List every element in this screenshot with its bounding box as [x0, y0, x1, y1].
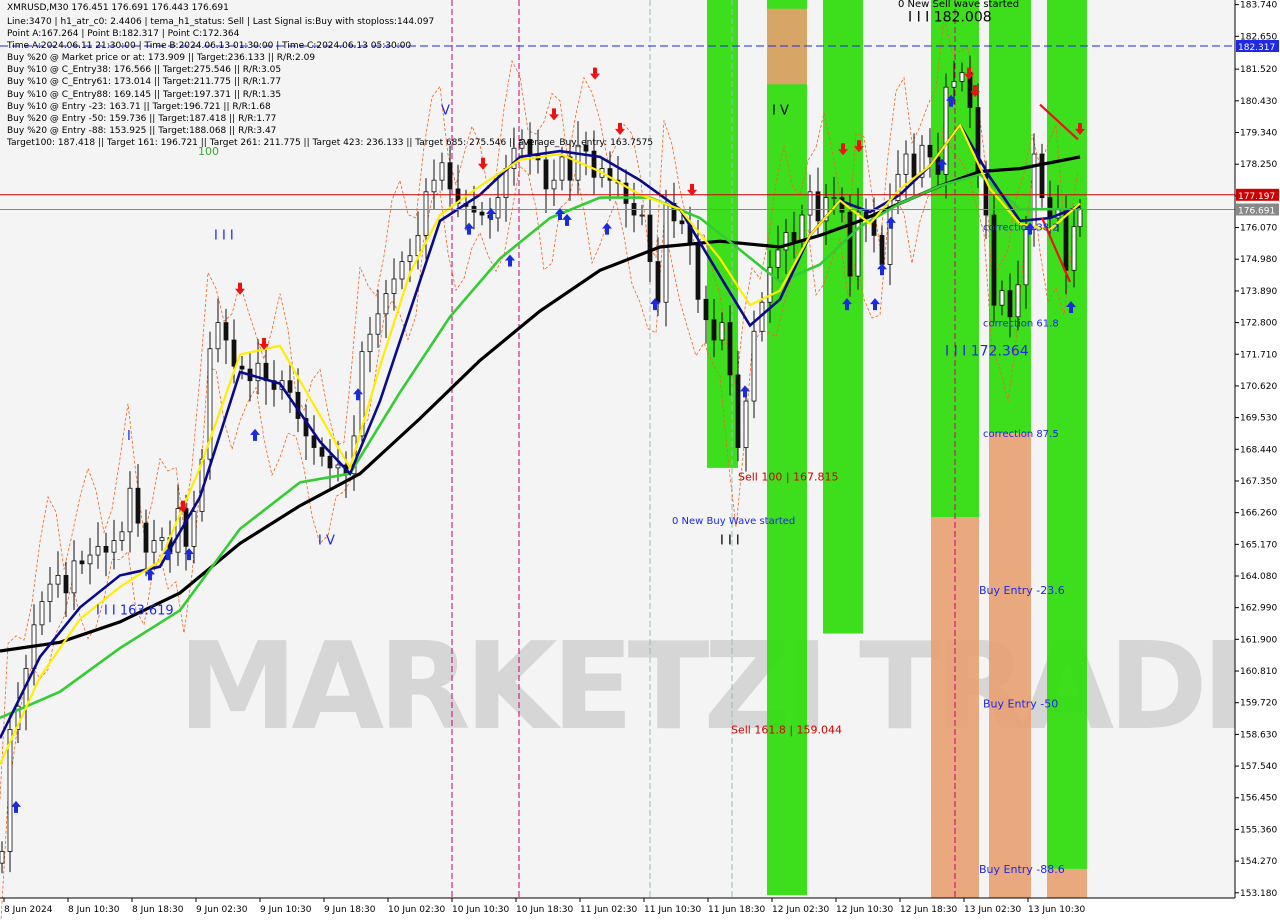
x-tick-label: 9 Jun 10:30	[260, 905, 312, 915]
chart-title: XMRUSD,M30 176.451 176.691 176.443 176.6…	[7, 3, 229, 13]
info-line: Time A:2024.06.11 21:30:00 | Time B:2024…	[7, 41, 412, 52]
chart-annotation: correction 38.2	[983, 223, 1059, 234]
y-tick-label: 154.270	[1240, 857, 1277, 867]
chart-annotation: I	[127, 429, 131, 444]
x-tick-label: 8 Jun 2024	[4, 905, 53, 915]
x-tick-label: 13 Jun 02:30	[964, 905, 1021, 915]
y-tick-label: 166.260	[1240, 509, 1277, 519]
x-tick-label: 9 Jun 02:30	[196, 905, 248, 915]
x-tick-label: 11 Jun 02:30	[580, 905, 637, 915]
chart-annotation: 0 New Buy Wave started	[672, 516, 795, 527]
chart-annotation: correction 61.8	[983, 319, 1059, 330]
info-line: Line:3470 | h1_atr_c0: 2.4406 | tema_h1_…	[7, 17, 435, 27]
x-tick-label: 8 Jun 10:30	[68, 905, 120, 915]
y-tick-label: 173.890	[1240, 287, 1277, 297]
x-tick-label: 10 Jun 18:30	[516, 905, 573, 915]
y-tick-label: 156.450	[1240, 794, 1277, 804]
y-tick-label: 171.710	[1240, 350, 1277, 360]
chart-annotation: I V	[318, 534, 335, 549]
chart-annotation: Buy Entry -88.6	[979, 863, 1065, 876]
chart-annotation: I I I 172.364	[945, 344, 1029, 360]
y-tick-label: 168.440	[1240, 445, 1277, 455]
y-tick-label: 172.800	[1240, 319, 1277, 329]
chart-annotation: Buy Entry -50	[983, 697, 1058, 710]
y-tick-label: 158.630	[1240, 730, 1277, 740]
x-tick-label: 12 Jun 10:30	[836, 905, 893, 915]
y-tick-label: 178.250	[1240, 160, 1277, 170]
signal-band	[767, 0, 807, 896]
info-line: Buy %10 @ C_Entry61: 173.014 || Target:2…	[7, 77, 282, 88]
chart-annotation: 0 New Sell wave started	[898, 0, 1019, 10]
y-tick-label: 161.900	[1240, 635, 1277, 645]
y-tick-label: 157.540	[1240, 762, 1277, 772]
y-tick-label: 174.980	[1240, 255, 1277, 265]
chart-annotation: Sell 100 | 167.815	[738, 471, 839, 484]
y-tick-label: 165.170	[1240, 540, 1277, 550]
chart-annotation: I I I 163.619	[96, 603, 174, 618]
x-tick-label: 8 Jun 18:30	[132, 905, 184, 915]
chart-window: MARKETZI TRADE 182.317 177.197 176.691 I I I …	[0, 0, 1280, 920]
watermark-text: MARKETZI TRADE	[178, 618, 1278, 757]
y-tick-label: 167.350	[1240, 477, 1277, 487]
info-line: Point A:167.264 | Point B:182.317 | Poin…	[7, 29, 240, 40]
x-tick-label: 11 Jun 10:30	[644, 905, 701, 915]
info-panel: Line:3470 | h1_atr_c0: 2.4406 | tema_h1_…	[7, 16, 653, 149]
candle	[7, 712, 13, 873]
price-level-label: 176.691	[1238, 207, 1275, 217]
y-tick-label: 181.520	[1240, 65, 1277, 75]
y-tick-label: 164.080	[1240, 572, 1277, 582]
y-tick-label: 179.340	[1240, 129, 1277, 139]
chart-annotation: I I I	[214, 228, 234, 243]
y-tick-label: 176.070	[1240, 224, 1277, 234]
y-tick-label: 169.530	[1240, 414, 1277, 424]
x-tick-label: 10 Jun 10:30	[452, 905, 509, 915]
y-tick-label: 160.810	[1240, 667, 1277, 677]
info-line: Buy %20 @ Entry -50: 159.736 || Target:1…	[7, 113, 277, 124]
signal-band	[823, 0, 863, 634]
info-line: Target100: 187.418 || Target 161: 196.72…	[7, 137, 654, 148]
y-tick-label: 162.990	[1240, 604, 1277, 614]
x-tick-label: 12 Jun 02:30	[772, 905, 829, 915]
target-band	[989, 433, 1031, 898]
y-tick-label: 159.720	[1240, 699, 1277, 709]
info-line: Buy %10 @ Entry -23: 163.71 || Target:19…	[7, 101, 271, 112]
x-tick-label: 9 Jun 18:30	[324, 905, 376, 915]
chart-annotation: Sell 161.8 | 159.044	[731, 723, 842, 736]
y-tick-label: 153.180	[1240, 889, 1277, 899]
price-level-label: 177.197	[1238, 192, 1275, 202]
price-level-label: 182.317	[1238, 43, 1275, 53]
chart-annotation: I I I	[720, 534, 740, 549]
info-line: Buy %20 @ Market price or at: 173.909 ||…	[7, 53, 316, 64]
x-tick-label: 11 Jun 18:30	[708, 905, 765, 915]
info-line: Buy %10 @ C_Entry88: 169.145 || Target:1…	[7, 89, 282, 100]
chart-annotation: Buy Entry -23.6	[979, 584, 1065, 597]
y-tick-label: 155.360	[1240, 825, 1277, 835]
y-tick-label: 183.740	[1240, 1, 1277, 11]
chart-annotation: I V	[772, 103, 789, 118]
y-tick-label: 170.620	[1240, 382, 1277, 392]
chart-annotation: I I I 182.008	[908, 9, 992, 25]
x-tick-label: 12 Jun 18:30	[900, 905, 957, 915]
info-line: Buy %10 @ C_Entry38: 176.566 || Target:2…	[7, 65, 282, 76]
y-tick-label: 180.430	[1240, 97, 1277, 107]
info-line: Buy %20 @ Entry -88: 153.925 || Target:1…	[7, 125, 277, 136]
signal-band	[707, 0, 738, 468]
x-tick-label: 13 Jun 10:30	[1028, 905, 1085, 915]
x-tick-label: 10 Jun 02:30	[388, 905, 445, 915]
chart-annotation: correction 87.5	[983, 429, 1059, 440]
